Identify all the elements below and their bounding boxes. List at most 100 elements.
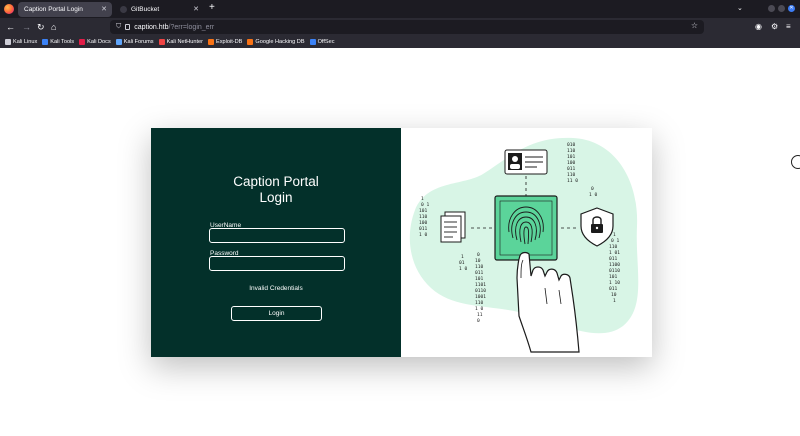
password-input[interactable] [209,256,345,271]
svg-text:11 0: 11 0 [567,178,578,184]
pocket-icon[interactable]: ◉ [755,22,762,31]
svg-text:0: 0 [477,252,480,258]
cursor-indicator [791,155,800,169]
kali-docs-icon [79,39,86,45]
svg-text:101: 101 [609,274,618,280]
url-bar[interactable]: ⛉ caption.htb/?err=login_err ☆ [110,20,704,34]
gitbucket-favicon-icon [120,6,127,13]
tab-gitbucket[interactable]: GitBucket ✕ [114,2,204,17]
document-icon [440,211,466,243]
svg-text:1 0: 1 0 [419,232,428,238]
svg-text:10: 10 [611,292,617,298]
close-tab-icon[interactable]: ✕ [193,5,199,13]
svg-text:100: 100 [419,220,428,226]
svg-text:1: 1 [461,254,464,260]
illustration-panel: 010 110 101 100 011 110 11 0 10 1 101 110 100 0… [401,128,652,357]
extensions-icon[interactable]: ⚙ [771,22,778,31]
svg-text:1 10: 1 10 [609,280,620,286]
svg-text:0110: 0110 [475,288,486,294]
svg-text:0 1: 0 1 [421,202,430,208]
bookmark-kali-tools[interactable]: Kali Tools [42,39,74,45]
tab-caption-portal-login[interactable]: Caption Portal Login ✕ [18,2,112,17]
bookmark-kali-docs[interactable]: Kali Docs [79,39,111,45]
page-title: Caption Portal Login [151,174,401,206]
fingerprint-scanner-icon [494,195,558,261]
svg-text:1: 1 [421,196,424,202]
home-icon[interactable]: ⌂ [51,21,56,33]
minimize-window-icon[interactable] [768,5,775,12]
svg-text:110: 110 [567,172,576,178]
exploit-db-icon [207,39,214,45]
bookmarks-toolbar: Kali Linux Kali Tools Kali Docs Kali For… [0,36,800,48]
svg-text:101: 101 [567,154,576,160]
forward-icon[interactable]: → [22,21,31,33]
url-path: /?err=login_err [168,23,215,31]
svg-text:1 0: 1 0 [475,306,484,312]
svg-text:011: 011 [609,256,618,262]
svg-text:101: 101 [475,276,484,282]
page-title-line-2: Login [259,190,293,205]
bookmark-exploit-db[interactable]: Exploit-DB [207,39,242,45]
svg-text:1100: 1100 [609,262,620,268]
svg-text:01: 01 [459,260,465,266]
id-card-icon [504,149,548,175]
svg-text:110: 110 [419,214,428,220]
svg-text:1: 1 [613,232,616,238]
kali-nethunter-icon [158,39,165,45]
bookmark-google-hacking-db[interactable]: Google Hacking DB [247,39,305,45]
hamburger-menu-icon[interactable]: ≡ [786,22,791,31]
new-tab-icon[interactable]: + [209,2,215,13]
page-title-line-1: Caption Portal [233,174,319,189]
bookmark-kali-linux[interactable]: Kali Linux [5,39,37,45]
close-tab-icon[interactable]: ✕ [101,5,107,13]
svg-text:1 01: 1 01 [609,250,620,256]
bookmark-kali-nethunter[interactable]: Kali NetHunter [158,39,203,45]
google-hacking-db-icon [247,39,254,45]
chevron-down-icon[interactable]: ⌄ [737,4,743,12]
kali-tools-icon [42,39,49,45]
fingerprint-security-illustration: 010110101 100011110 11 0 10 1101 1101000… [409,137,639,353]
svg-text:101: 101 [419,208,428,214]
svg-text:1: 1 [613,298,616,304]
username-input[interactable] [209,228,345,243]
svg-text:110: 110 [475,300,484,306]
svg-text:011: 011 [609,286,618,292]
svg-text:0 1: 0 1 [611,238,620,244]
svg-text:100: 100 [567,160,576,166]
bookmark-kali-forums[interactable]: Kali Forums [115,39,154,45]
svg-text:011: 011 [419,226,428,232]
svg-text:011: 011 [475,270,484,276]
svg-text:110: 110 [475,264,484,270]
url-host: caption.htb [134,23,169,31]
lock-icon[interactable] [125,24,131,30]
back-icon[interactable]: ← [6,21,15,33]
tab-label: Caption Portal Login [24,6,83,13]
login-panel: Caption Portal Login UserName Password I… [151,128,401,357]
kali-forums-icon [115,39,122,45]
login-card: Caption Portal Login UserName Password I… [151,128,652,357]
bookmark-offsec[interactable]: OffSec [309,39,335,45]
svg-text:0: 0 [477,318,480,324]
bookmark-star-icon[interactable]: ☆ [691,21,698,30]
svg-text:11: 11 [477,312,483,318]
tracking-shield-icon[interactable]: ⛉ [116,23,121,31]
maximize-window-icon[interactable] [778,5,785,12]
svg-text:1 0: 1 0 [459,266,468,272]
error-message: Invalid Credentials [249,285,303,292]
close-window-icon[interactable]: ✕ [788,5,795,12]
svg-text:1101: 1101 [475,282,486,288]
navigation-bar: ← → ↻ ⌂ ⛉ caption.htb/?err=login_err ☆ ◉… [0,18,800,36]
reload-icon[interactable]: ↻ [37,21,45,33]
svg-text:0110: 0110 [609,268,620,274]
svg-text:1001: 1001 [475,294,486,300]
svg-text:0: 0 [591,186,594,192]
kali-linux-icon [5,39,11,45]
tab-label: GitBucket [131,6,160,13]
svg-text:1 0: 1 0 [589,192,598,198]
svg-text:10: 10 [475,258,481,264]
svg-text:010: 010 [567,142,576,148]
firefox-menu-icon[interactable] [4,4,14,14]
svg-text:011: 011 [567,166,576,172]
login-button[interactable]: Login [231,306,322,321]
tab-bar: Caption Portal Login ✕ GitBucket ✕ + ⌄ ✕ [0,0,800,18]
